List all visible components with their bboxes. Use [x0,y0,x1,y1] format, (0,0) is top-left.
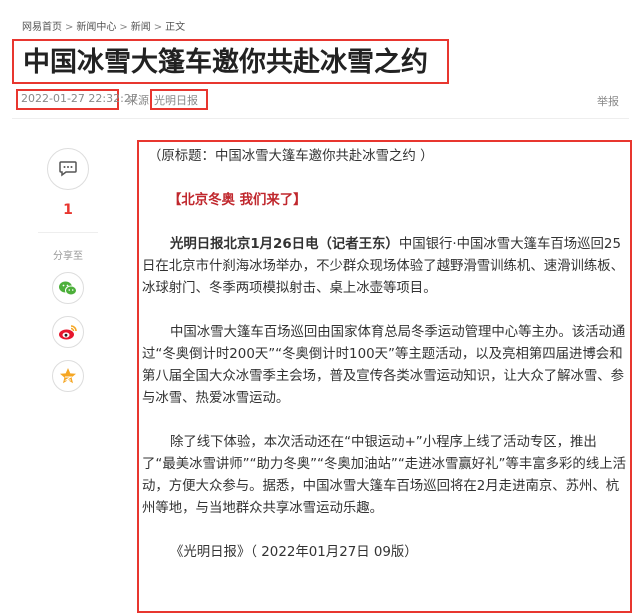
wechat-icon [59,281,77,295]
source-label: 来源: [127,94,153,107]
paragraph-1: 光明日报北京1月26日电（记者王东）中国银行·中国冰雪大篷车百场巡回25日在北京… [142,234,630,300]
share-qzone-button[interactable] [52,360,84,392]
dateline: 光明日报北京1月26日电（记者王东） [170,237,399,252]
page-title: 中国冰雪大篷车邀你共赴冰雪之约 [23,47,428,78]
report-link[interactable]: 举报 [597,93,619,109]
comment-icon [59,161,77,177]
paragraph-3: 除了线下体验，本次活动还在“中银运动+”小程序上线了活动专区，推出了“最美冰雪讲… [142,435,626,516]
breadcrumb-home[interactable]: 网易首页 [22,22,62,33]
sidebar-divider [38,232,98,233]
breadcrumb-news-center[interactable]: 新闻中心 [76,22,116,33]
article-footer: 《光明日报》（ 2022年01月27日 09版） [170,545,418,560]
publish-time: 2022-01-27 22:32:27 [21,92,138,105]
breadcrumb-current: 正文 [165,22,186,33]
comment-count[interactable]: 1 [38,202,98,218]
breadcrumb-separator: > [119,22,128,33]
breadcrumb: 网易首页 > 新闻中心 > 新闻 > 正文 [22,18,185,33]
section-subheading: 【北京冬奥 我们来了】 [168,193,307,208]
share-weibo-button[interactable] [52,316,84,348]
original-title: （原标题：中国冰雪大篷车邀你共赴冰雪之约 ） [148,149,434,164]
breadcrumb-separator: > [153,22,163,33]
breadcrumb-separator: > [65,22,74,33]
source-link[interactable]: 光明日报 [154,92,198,108]
article-sidebar: 1 分享至 [38,148,98,404]
header-divider [12,118,629,119]
share-wechat-button[interactable] [52,272,84,304]
breadcrumb-news[interactable]: 新闻 [131,22,151,33]
paragraph-2: 中国冰雪大篷车百场巡回由国家体育总局冬季运动管理中心等主办。该活动通过“冬奥倒计… [142,325,626,406]
article-body: （原标题：中国冰雪大篷车邀你共赴冰雪之约 ） 【北京冬奥 我们来了】 光明日报北… [142,146,630,564]
qzone-star-icon [60,368,76,384]
comment-button[interactable] [47,148,89,190]
share-label: 分享至 [53,251,83,262]
weibo-icon [59,324,77,339]
